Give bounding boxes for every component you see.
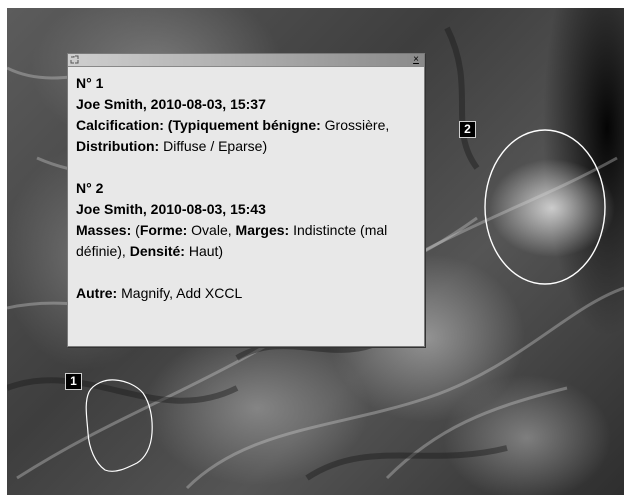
- popup-titlebar[interactable]: ×: [68, 54, 424, 67]
- close-icon[interactable]: ×: [411, 54, 421, 65]
- roi-ellipse-2[interactable]: [484, 129, 606, 285]
- finding-1-number: N° 1: [76, 75, 104, 91]
- other-value: Magnify, Add XCCL: [117, 285, 243, 301]
- roi-label-2[interactable]: 2: [459, 121, 476, 138]
- finding-1-category: Calcification:: [76, 117, 164, 133]
- finding-2-density-label: Densité:: [129, 243, 185, 259]
- finding-2-details: Masses: (Forme: Ovale, Marges: Indistinc…: [76, 220, 416, 262]
- finding-2-shape-label: Forme:: [139, 222, 188, 238]
- findings-popup[interactable]: × N° 1 Joe Smith, 2010-08-03, 15:37 Calc…: [67, 53, 425, 347]
- finding-2-shape-value: Ovale,: [187, 222, 236, 238]
- other-label: Autre:: [76, 285, 118, 301]
- finding-1-details: Calcification: (Typiquement bénigne: Gro…: [76, 115, 416, 157]
- finding-2-open-paren: (: [131, 222, 140, 238]
- finding-2-density-value: Haut): [184, 243, 224, 259]
- finding-2-header: Joe Smith, 2010-08-03, 15:43: [76, 201, 266, 217]
- restore-icon[interactable]: [70, 55, 79, 64]
- finding-1-distribution-label: Distribution:: [76, 138, 160, 154]
- roi-label-1[interactable]: 1: [65, 373, 82, 390]
- finding-2-number: N° 2: [76, 180, 104, 196]
- finding-1-distribution-value: Diffuse / Eparse): [159, 138, 268, 154]
- other-line: Autre: Magnify, Add XCCL: [76, 283, 416, 304]
- popup-body: N° 1 Joe Smith, 2010-08-03, 15:37 Calcif…: [68, 67, 424, 304]
- finding-2-category: Masses:: [76, 222, 132, 238]
- finding-1-type-label: Typiquement bénigne:: [172, 117, 321, 133]
- roi-freehand-1[interactable]: [85, 379, 153, 472]
- finding-1-header: Joe Smith, 2010-08-03, 15:37: [76, 96, 266, 112]
- finding-2-margin-label: Marges:: [235, 222, 290, 238]
- finding-1-type-value: Grossière,: [320, 117, 390, 133]
